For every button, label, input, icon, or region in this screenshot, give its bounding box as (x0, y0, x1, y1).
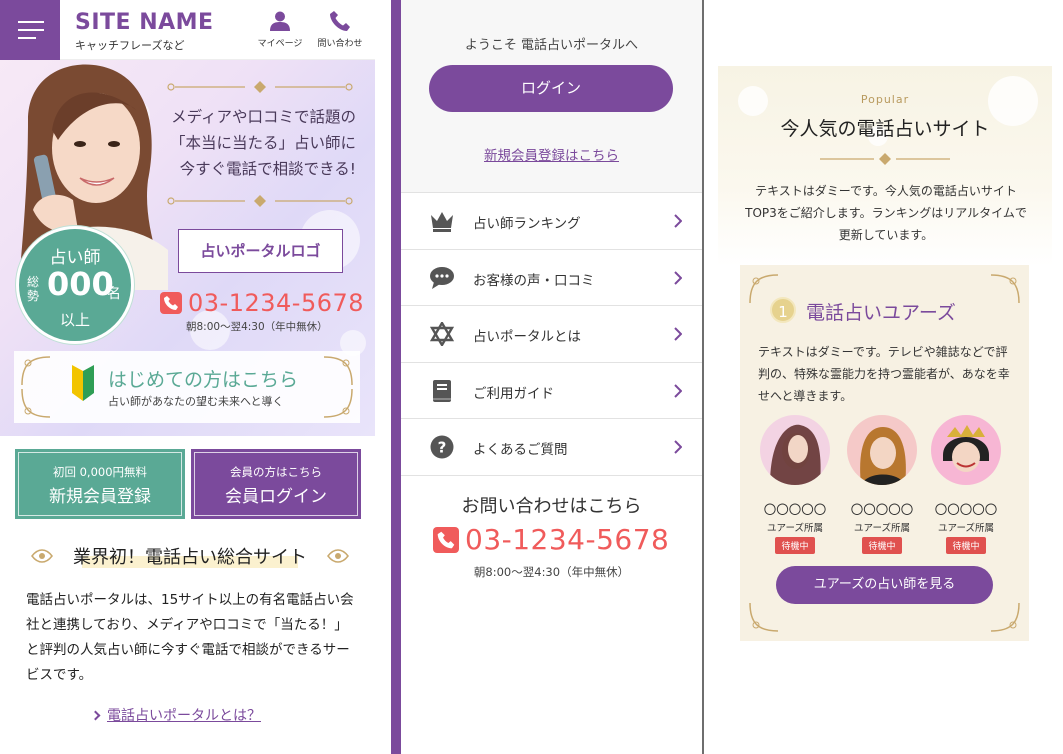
menu-panel: ようこそ 電話占いポータルへ ログイン 新規会員登録はこちら 占い師ランキング … (401, 0, 702, 754)
hero-phone[interactable]: 03-1234-5678 (160, 289, 364, 317)
hamburger-menu-button[interactable] (0, 0, 60, 60)
phone-icon (330, 11, 350, 31)
first-time-subtitle: 占い師があなたの望む未来へと導く (108, 395, 284, 408)
book-icon (433, 379, 451, 402)
intro-section-title: 業界初！電話占い総合サイト (30, 540, 350, 572)
phone-number: 03-1234-5678 (465, 523, 670, 556)
question-icon: ? (430, 435, 454, 459)
mypage-label: マイページ (257, 39, 303, 49)
corner-ornament-icon (323, 356, 353, 386)
corner-ornament-icon (21, 388, 51, 418)
fortune-teller-avatar (760, 415, 830, 485)
fortune-teller-card[interactable]: 〇〇〇〇〇 ユアーズ所属 待機中 (931, 415, 1001, 554)
popular-panel: Popular 今人気の電話占いサイト テキストはダミーです。今人気の電話占いサ… (718, 66, 1052, 754)
panel-divider (702, 0, 704, 754)
register-button[interactable]: 初回 0,000円無料 新規会員登録 (15, 449, 185, 519)
intro-body: 電話占いポータルは、15サイト以上の有名電話占い会社と連携しており、メディアや口… (26, 592, 354, 683)
site-header: SITE NAME キャッチフレーズなど マイページ 問い合わせ (0, 0, 375, 60)
fortune-teller-avatar (847, 415, 917, 485)
corner-ornament-icon (990, 602, 1020, 632)
portal-logo[interactable]: 占いポータルロゴ (178, 229, 343, 273)
fortune-teller-count-badge: 占い師 総勢 000 名 以上 (16, 226, 134, 344)
status-badge: 待機中 (862, 537, 902, 554)
crown-icon (431, 212, 453, 232)
star-of-david-icon (429, 322, 455, 346)
register-link[interactable]: 新規会員登録はこちら (401, 144, 702, 164)
member-login-button[interactable]: 会員の方はこちら 会員ログイン (191, 449, 361, 519)
chevron-right-icon (90, 710, 101, 721)
mypage-button[interactable]: マイページ (254, 10, 306, 49)
status-badge: 待機中 (946, 537, 986, 554)
svg-text:?: ? (438, 439, 447, 457)
login-button[interactable]: ログイン (429, 65, 673, 112)
phone-icon (433, 526, 459, 553)
gold-ornament-icon (820, 153, 950, 165)
stage: SITE NAME キャッチフレーズなど マイページ 問い合わせ メディアや口コ… (0, 0, 1063, 754)
site-description: テキストはダミーです。テレビや雑誌などで評判の、特殊な霊能力を持つ霊能者が、あな… (758, 345, 1010, 403)
business-hours: 朝8:00～翌4:30（年中無休） (186, 321, 328, 333)
login-area: ようこそ 電話占いポータルへ ログイン 新規会員登録はこちら (401, 0, 702, 193)
phone-number: 03-1234-5678 (188, 289, 365, 317)
popular-description: テキストはダミーです。今人気の電話占いサイトTOP3をご紹介します。ランキングは… (745, 184, 1027, 242)
gold-ornament-icon (167, 81, 353, 93)
catchphrase: キャッチフレーズなど (75, 39, 185, 52)
view-fortune-tellers-button[interactable]: ユアーズの占い師を見る (776, 566, 993, 604)
nav-menu: 占い師ランキング お客様の声・口コミ 占いポータルとは ご利用ガイド ? よくあ… (401, 193, 702, 476)
first-time-banner[interactable]: はじめての方はこちら 占い師があなたの望む未来へと導く (14, 351, 360, 423)
fortune-teller-card[interactable]: 〇〇〇〇〇 ユアーズ所属 待機中 (760, 415, 830, 554)
contact-label: 問い合わせ (317, 39, 363, 49)
speech-bubble-icon (430, 266, 454, 289)
phone-icon (160, 292, 182, 314)
gold-ornament-icon (167, 195, 353, 207)
hero-copy: メディアや口コミで話題の 「本当に当たる」占い師に 今すぐ電話で相談できる! (169, 108, 356, 178)
fortune-teller-avatar (931, 415, 1001, 485)
site-name[interactable]: SITE NAME (75, 10, 214, 35)
site-name-link[interactable]: 電話占いユアーズ (806, 298, 956, 325)
corner-ornament-icon (323, 388, 353, 418)
hero-banner: メディアや口コミで話題の 「本当に当たる」占い師に 今すぐ電話で相談できる! 占… (0, 60, 375, 436)
contact-button[interactable]: 問い合わせ (314, 10, 366, 49)
menu-item-about[interactable]: 占いポータルとは (401, 306, 702, 363)
panel-divider (391, 0, 401, 754)
chevron-right-icon (674, 270, 682, 285)
menu-item-guide[interactable]: ご利用ガイド (401, 363, 702, 419)
contact-title: お問い合わせはこちら (461, 496, 642, 517)
corner-ornament-icon (21, 356, 51, 386)
about-portal-link[interactable]: 電話占いポータルとは？ (90, 705, 261, 725)
ranking-card: 1 電話占いユアーズ テキストはダミーです。テレビや雑誌などで評判の、特殊な霊能… (740, 265, 1029, 641)
menu-item-faq[interactable]: ? よくあるご質問 (401, 419, 702, 476)
business-hours: 朝8:00～翌4:30（年中無休） (473, 565, 630, 579)
fortune-teller-card[interactable]: 〇〇〇〇〇 ユアーズ所属 待機中 (847, 415, 917, 554)
corner-ornament-icon (749, 602, 779, 632)
chevron-right-icon (674, 327, 682, 341)
chevron-right-icon (674, 214, 682, 228)
corner-ornament-icon (990, 274, 1020, 304)
popular-title: 今人気の電話占いサイト (780, 118, 990, 140)
status-badge: 待機中 (775, 537, 815, 554)
user-icon (270, 11, 290, 31)
chevron-right-icon (674, 383, 682, 398)
home-panel: SITE NAME キャッチフレーズなど マイページ 問い合わせ メディアや口コ… (0, 0, 375, 754)
first-time-title: はじめての方はこちら (108, 369, 299, 391)
welcome-text: ようこそ 電話占いポータルへ (464, 38, 639, 53)
beginner-leaf-icon (72, 365, 94, 401)
chevron-right-icon (674, 440, 682, 454)
menu-item-reviews[interactable]: お客様の声・口コミ (401, 250, 702, 306)
rank-badge: 1 (770, 297, 796, 323)
menu-phone[interactable]: 03-1234-5678 (433, 523, 669, 556)
section-eyebrow: Popular (860, 93, 910, 106)
menu-item-ranking[interactable]: 占い師ランキング (401, 193, 702, 250)
